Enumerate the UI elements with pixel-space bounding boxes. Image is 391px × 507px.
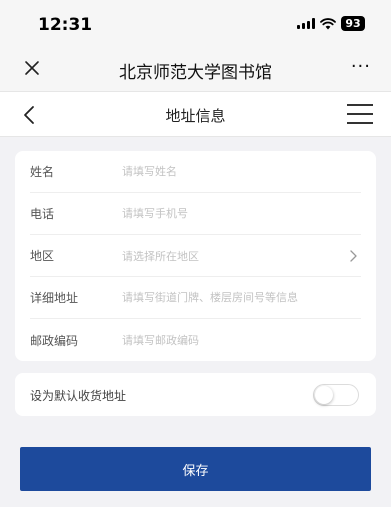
name-label: 姓名 [30,165,55,179]
region-row[interactable]: 地区 请选择所在地区 [30,235,361,277]
region-label: 地区 [30,249,55,263]
phone-input[interactable] [122,207,361,220]
more-icon[interactable]: ··· [351,56,371,77]
phone-row: 电话 [30,193,361,235]
status-time: 12:31 [38,15,93,35]
save-button[interactable]: 保存 [20,447,371,491]
chevron-right-icon [350,250,357,262]
close-icon[interactable] [22,58,42,78]
region-select[interactable]: 请选择所在地区 [122,248,361,264]
detail-address-label: 详细地址 [30,291,79,305]
back-icon[interactable] [20,104,40,126]
page-header: 地址信息 [0,91,391,137]
page-title: 地址信息 [165,107,226,125]
name-row: 姓名 [30,151,361,193]
wifi-icon [320,17,336,30]
status-bar: 12:31 93 [0,0,391,46]
default-address-label: 设为默认收货地址 [30,389,127,403]
postal-code-input[interactable] [122,333,361,347]
name-input[interactable] [122,165,361,178]
phone-label: 电话 [30,207,55,221]
address-form: 姓名 电话 地区 请选择所在地区 详细地址 邮政编码 [15,151,376,361]
default-address-toggle[interactable] [313,384,359,406]
default-address-card: 设为默认收货地址 [15,373,376,416]
battery-icon: 93 [341,16,365,31]
detail-address-input[interactable] [122,291,361,304]
detail-address-row: 详细地址 [30,277,361,319]
postal-code-row: 邮政编码 [30,319,361,361]
postal-code-label: 邮政编码 [30,333,79,348]
menu-icon[interactable] [347,104,373,126]
browser-top-bar: 北京师范大学图书馆 ··· [0,46,391,91]
status-icons: 93 [297,16,365,31]
browser-title: 北京师范大学图书馆 [119,63,272,83]
toggle-knob [315,386,333,404]
signal-icon [297,18,315,29]
